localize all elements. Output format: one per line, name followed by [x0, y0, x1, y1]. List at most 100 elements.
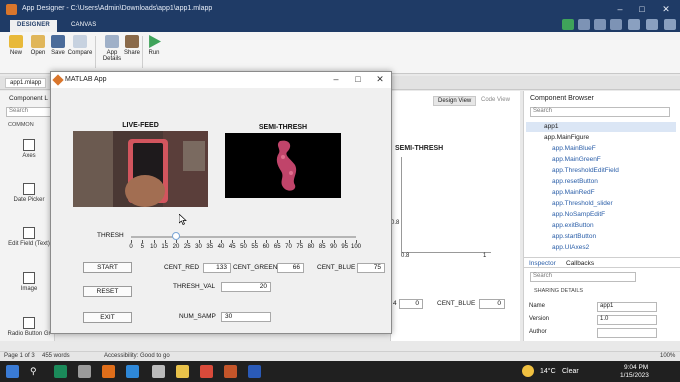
- expand-icon[interactable]: [664, 19, 676, 30]
- slider-tick-label: 20: [172, 244, 180, 250]
- tree-item[interactable]: app.MainGreenF: [552, 156, 601, 163]
- compare-button[interactable]: Compare: [66, 35, 94, 71]
- tree-item[interactable]: app.ThresholdEditField: [552, 167, 619, 174]
- tab-designer[interactable]: DESIGNER: [10, 20, 57, 32]
- tree-item[interactable]: app.NoSampEditF: [552, 211, 605, 218]
- component-axes[interactable]: Axes: [6, 139, 52, 159]
- slider-tick: [243, 240, 245, 243]
- step-icon[interactable]: [578, 19, 590, 30]
- version-field[interactable]: 1.0: [597, 315, 657, 325]
- author-field[interactable]: [597, 328, 657, 338]
- num-samp-field[interactable]: 30: [221, 312, 271, 322]
- app-close-icon[interactable]: ✕: [373, 73, 387, 86]
- windows-start-icon[interactable]: [6, 365, 19, 378]
- webcam-frame: [73, 131, 208, 207]
- slider-tick: [277, 240, 279, 243]
- help-icon[interactable]: [628, 19, 640, 30]
- inspector-tabbar: Inspector Callbacks: [524, 257, 680, 268]
- search-icon[interactable]: ⚲: [30, 366, 37, 377]
- step-in-icon[interactable]: [594, 19, 606, 30]
- component-radio-button-group[interactable]: Radio Button Gr: [6, 317, 52, 337]
- tab-canvas[interactable]: CANVAS: [64, 20, 103, 32]
- slider-tick-label: 85: [318, 244, 326, 250]
- canvas-field[interactable]: 0: [399, 299, 423, 309]
- slider-tick: [198, 240, 200, 243]
- status-zoom[interactable]: 100%: [660, 353, 675, 359]
- app-maximize-icon[interactable]: □: [351, 73, 365, 86]
- clock-time[interactable]: 9:04 PM: [624, 364, 648, 371]
- close-icon[interactable]: ✕: [658, 3, 674, 16]
- tree-item[interactable]: app.UIAxes2: [552, 244, 589, 251]
- tree-item[interactable]: app.startButton: [552, 233, 596, 240]
- component-search-input[interactable]: Search: [6, 107, 52, 117]
- canvas-axis-tick: 0.8: [391, 220, 400, 226]
- tab-inspector[interactable]: Inspector: [529, 260, 556, 267]
- weather-desc[interactable]: Clear: [562, 368, 579, 375]
- matlab-icon[interactable]: [224, 365, 237, 378]
- step-out-icon[interactable]: [610, 19, 622, 30]
- radio-group-icon: [23, 317, 35, 329]
- reset-button[interactable]: RESET: [83, 286, 132, 297]
- semi-thresh-image: [225, 133, 341, 198]
- edge-icon[interactable]: [54, 365, 67, 378]
- tree-item[interactable]: app.resetButton: [552, 178, 598, 185]
- search-docs-icon[interactable]: [646, 19, 658, 30]
- tree-item[interactable]: app.exitButton: [552, 222, 594, 229]
- slider-tick: [254, 240, 256, 243]
- canvas-axes: [401, 157, 491, 253]
- tree-item-mainfigure[interactable]: app.MainFigure: [544, 134, 589, 141]
- component-image[interactable]: Image: [6, 272, 52, 292]
- run-quick-icon[interactable]: [562, 19, 574, 30]
- weather-temp[interactable]: 14°C: [540, 368, 556, 375]
- word-icon[interactable]: [248, 365, 261, 378]
- code-view-tab[interactable]: Code View: [477, 96, 514, 104]
- maximize-icon[interactable]: □: [634, 3, 650, 16]
- thresh-val-label: THRESH_VAL: [173, 283, 216, 290]
- clock-date[interactable]: 1/15/2023: [620, 372, 649, 379]
- slider-tick: [299, 240, 301, 243]
- status-accessibility[interactable]: Accessibility: Good to go: [104, 353, 170, 359]
- inspector-search-input[interactable]: Search: [530, 272, 636, 282]
- slider-tick-label: 35: [206, 244, 214, 250]
- browser-search-input[interactable]: Search: [530, 107, 670, 117]
- name-field[interactable]: app1: [597, 302, 657, 312]
- slider-tick-label: 95: [341, 244, 349, 250]
- tree-item-app1[interactable]: app1: [544, 123, 558, 130]
- thresh-val-field[interactable]: 20: [221, 282, 271, 292]
- exit-button[interactable]: EXIT: [83, 312, 132, 323]
- design-view-tab[interactable]: Design View: [433, 96, 477, 106]
- weather-icon[interactable]: [522, 365, 534, 377]
- file-explorer-icon[interactable]: [176, 365, 189, 378]
- component-edit-field[interactable]: Edit Field (Text): [6, 227, 52, 247]
- thresh-slider-track[interactable]: [131, 236, 356, 238]
- mail-icon[interactable]: [126, 365, 139, 378]
- design-canvas[interactable]: Design View Code View SEMI-THRESH 0.8 0.…: [390, 91, 520, 341]
- slider-tick: [209, 240, 211, 243]
- minimize-icon[interactable]: –: [612, 3, 628, 16]
- start-button[interactable]: START: [83, 262, 132, 273]
- run-button[interactable]: Run: [140, 35, 168, 71]
- tree-item[interactable]: app.Threshold_slider: [552, 200, 613, 207]
- thresh-slider-thumb[interactable]: [172, 232, 180, 240]
- file-tab-app1[interactable]: app1.mlapp: [5, 78, 47, 88]
- vlc-icon[interactable]: [102, 365, 115, 378]
- inspector-row-version: Version 1.0: [529, 315, 659, 325]
- tree-item[interactable]: app.MainRedF: [552, 189, 595, 196]
- canvas-semi-thresh-title: SEMI-THRESH: [395, 145, 444, 152]
- tree-item[interactable]: app.MainBlueF: [552, 145, 596, 152]
- chrome-icon[interactable]: [200, 365, 213, 378]
- slider-tick-label: 75: [296, 244, 304, 250]
- calendar-app-icon[interactable]: [152, 365, 165, 378]
- inspector-row-author: Author: [529, 328, 659, 338]
- cent-blue-field[interactable]: 75: [357, 263, 385, 273]
- task-view-icon[interactable]: [78, 365, 91, 378]
- cent-red-field[interactable]: 133: [203, 263, 231, 273]
- slider-tick-label: 5: [140, 244, 144, 250]
- tab-callbacks[interactable]: Callbacks: [566, 260, 594, 267]
- component-date-picker[interactable]: Date Picker: [6, 183, 52, 203]
- canvas-field[interactable]: 0: [479, 299, 505, 309]
- slider-tick-label: 70: [285, 244, 292, 250]
- cent-green-field[interactable]: 66: [277, 263, 304, 273]
- app-minimize-icon[interactable]: –: [329, 73, 343, 86]
- app-title: MATLAB App: [65, 76, 107, 83]
